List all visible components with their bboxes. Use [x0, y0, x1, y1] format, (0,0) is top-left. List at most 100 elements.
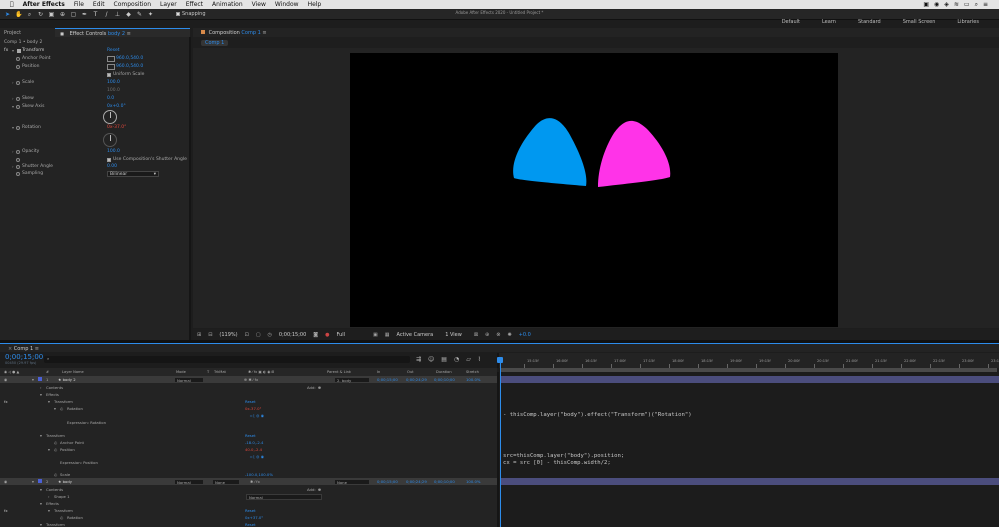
transparency-icon[interactable]: ▦: [385, 332, 390, 338]
effect-reset-button[interactable]: Reset: [107, 48, 120, 53]
skew-axis-dial[interactable]: [103, 110, 117, 124]
expression-position-line1[interactable]: src=thisComp.layer("body").position;: [503, 453, 624, 460]
timeline-graph-area[interactable]: [497, 372, 999, 527]
workspace-learn[interactable]: Learn: [822, 19, 836, 25]
timeline-search-input[interactable]: ⌕: [44, 356, 410, 363]
ec-effect-row[interactable]: fx ▾ Transform Reset: [4, 47, 187, 54]
sub-effects[interactable]: ▾ Effects: [0, 391, 497, 398]
crosshair-icon[interactable]: [107, 55, 115, 62]
playhead-handle[interactable]: [497, 357, 503, 363]
reset-exposure-icon[interactable]: ⊕: [485, 332, 489, 338]
sub-rotation[interactable]: ◴ Rotation 0x+37.0°: [0, 514, 497, 521]
prop-value[interactable]: 100.0: [107, 80, 120, 85]
stopwatch-icon[interactable]: ◴: [54, 447, 57, 452]
sub-transform-fx[interactable]: fx ▾ Transform Reset: [0, 507, 497, 514]
col-trkmat[interactable]: TrkMat: [214, 370, 226, 374]
prop-value[interactable]: 0.00: [107, 164, 117, 169]
layer-switches[interactable]: ⊕ ✱ ⁄ fx: [244, 377, 258, 382]
add-icon[interactable]: ⊕: [318, 487, 321, 492]
twirl-icon[interactable]: ▾: [48, 399, 50, 404]
twirl-icon[interactable]: ›: [12, 80, 14, 85]
clone-tool-icon[interactable]: ⊥: [114, 11, 121, 18]
region-icon[interactable]: ▢: [256, 332, 261, 338]
twirl-icon[interactable]: ▾: [40, 392, 42, 397]
fx-icon[interactable]: fx: [4, 399, 8, 404]
comp-flowchart-tab[interactable]: Comp 1: [201, 40, 229, 46]
layer-duration[interactable]: 0;00;10;00: [434, 377, 455, 382]
menu-edit[interactable]: Edit: [93, 1, 105, 8]
channel-icon[interactable]: ●: [325, 332, 329, 338]
shutter-angle-toggle[interactable]: Use Composition's Shutter Angle: [107, 157, 187, 162]
viewer-timecode[interactable]: 0;00;15;00: [279, 332, 306, 338]
pen-tool-icon[interactable]: ✒: [81, 11, 88, 18]
eraser-tool-icon[interactable]: ◆: [125, 11, 132, 18]
sub-transform[interactable]: ▾ Transform Reset: [0, 432, 497, 439]
exposure-value[interactable]: +0.0: [519, 332, 531, 338]
stopwatch-icon[interactable]: [16, 96, 20, 101]
fx-icon[interactable]: fx: [4, 508, 8, 513]
col-duration[interactable]: Duration: [436, 370, 452, 374]
prop-value[interactable]: 960.0,540.0: [116, 64, 143, 69]
prop-value[interactable]: 0.0: [107, 96, 114, 101]
mask-visibility-icon[interactable]: ⊟: [208, 332, 212, 338]
reset-button[interactable]: Reset: [245, 433, 256, 438]
menu-window[interactable]: Window: [275, 1, 299, 8]
magenta-shape[interactable]: [598, 120, 671, 187]
layer-duration-bar[interactable]: [500, 478, 999, 485]
prop-value[interactable]: 960.0,540.0: [116, 56, 143, 61]
prop-value[interactable]: 100.0: [107, 149, 120, 154]
twirl-icon[interactable]: ▾: [54, 406, 56, 411]
camera-tool-icon[interactable]: ▣: [48, 11, 55, 18]
layer-row[interactable]: ◉ ▾ 1 ★ body 2 Normal ⊕ ✱ ⁄ fx 2. body 0…: [0, 376, 497, 383]
menu-composition[interactable]: Composition: [114, 1, 151, 8]
menu-view[interactable]: View: [252, 1, 266, 8]
col-parent[interactable]: Parent & Link: [327, 370, 351, 374]
tab-composition[interactable]: Composition Comp 1 ≡: [201, 30, 267, 36]
toggle-pixel-icon[interactable]: ⊠: [474, 332, 478, 338]
stopwatch-icon[interactable]: [16, 164, 20, 169]
label-color[interactable]: [38, 479, 42, 483]
sub-position[interactable]: ▾ ◴ Position 40.0,-2.4: [0, 446, 497, 453]
puppet-tool-icon[interactable]: ✦: [147, 11, 154, 18]
snapping-checkbox[interactable]: [176, 12, 180, 16]
twirl-icon[interactable]: ▾: [40, 501, 42, 506]
layer-stretch[interactable]: 100.0%: [466, 479, 480, 484]
layer-in[interactable]: 0;00;15;00: [377, 377, 398, 382]
sub-effects[interactable]: ▾ Effects: [0, 500, 497, 507]
menu-icon[interactable]: ≡: [35, 346, 39, 352]
selection-tool-icon[interactable]: ➤: [4, 11, 11, 18]
mode-dropdown[interactable]: Normal: [174, 479, 204, 485]
sampling-dropdown[interactable]: Bilinear ▾: [107, 170, 159, 177]
twirl-icon[interactable]: ▾: [32, 377, 34, 382]
tab-timeline-comp[interactable]: Comp 1: [14, 346, 33, 352]
zoom-dropdown[interactable]: (119%): [219, 332, 237, 338]
twirl-icon[interactable]: ›: [12, 149, 14, 154]
label-color[interactable]: [38, 377, 42, 381]
flowchart-icon[interactable]: ⊗: [496, 332, 500, 338]
prop-value[interactable]: 0x+0.0°: [107, 104, 126, 109]
uniform-scale-toggle[interactable]: Uniform Scale: [107, 72, 144, 77]
stopwatch-icon[interactable]: ◴: [54, 472, 57, 477]
workspace-standard[interactable]: Standard: [858, 19, 881, 25]
mode-dropdown[interactable]: Normal: [174, 377, 204, 383]
camera-dropdown[interactable]: Active Camera: [397, 332, 434, 338]
menu-layer[interactable]: Layer: [160, 1, 177, 8]
work-area-bar[interactable]: [500, 368, 997, 372]
twirl-icon[interactable]: ▾: [48, 508, 50, 513]
blue-shape[interactable]: [513, 118, 587, 186]
current-time-indicator[interactable]: [500, 357, 501, 527]
status-icon[interactable]: ◈: [944, 1, 949, 9]
pan-behind-tool-icon[interactable]: ⊕: [59, 11, 66, 18]
reset-button[interactable]: Reset: [245, 399, 256, 404]
add-icon[interactable]: ⊕: [318, 385, 321, 390]
sub-transform-fx[interactable]: fx ▾ Transform Reset: [0, 398, 497, 405]
rotation-value[interactable]: 0x+37.0°: [245, 515, 263, 520]
trkmat-dropdown[interactable]: None: [212, 479, 240, 485]
stopwatch-icon[interactable]: [16, 64, 20, 69]
col-in[interactable]: In: [377, 370, 380, 374]
col-layer-name[interactable]: Layer Name: [62, 370, 84, 374]
expression-switch-icon[interactable]: ═ ⌊ ◎ ◉: [250, 413, 264, 418]
exposure-icon[interactable]: ✺: [507, 332, 511, 338]
frame-blend-icon[interactable]: ▤: [441, 356, 447, 363]
search-icon[interactable]: ⌕: [975, 1, 978, 9]
